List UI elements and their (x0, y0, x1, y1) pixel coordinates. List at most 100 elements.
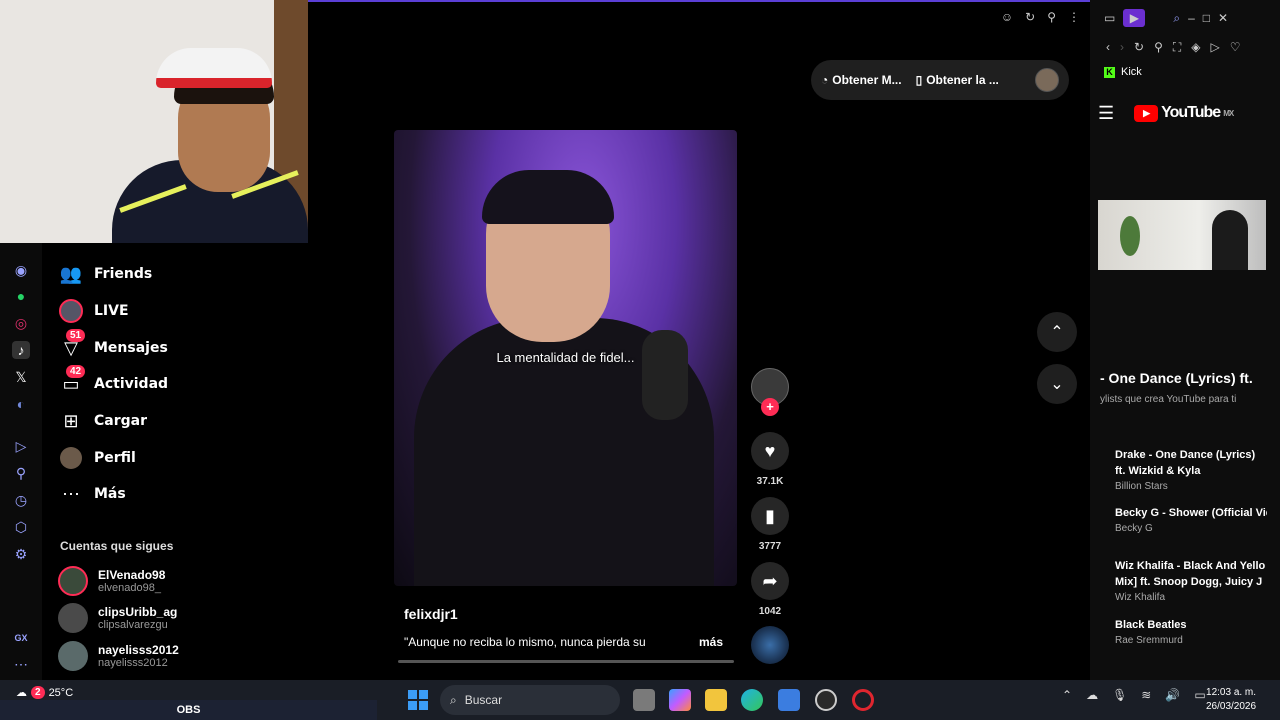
playlist-item[interactable]: Drake - One Dance (Lyrics) ft. Wizkid & … (1115, 447, 1267, 492)
get-app-bar: ◔ Obtener M... ▯ Obtener la ... (811, 60, 1069, 100)
shield-icon[interactable]: ◈ (1191, 40, 1200, 54)
chevron-up-icon[interactable]: ⌃ (1062, 688, 1072, 702)
heart-icon[interactable]: ♡ (1230, 40, 1241, 54)
following-item[interactable]: clipsUribb_ag clipsalvarezgu (58, 601, 177, 635)
edge-icon[interactable] (741, 689, 763, 711)
get-app-button[interactable]: ◔ Obtener M... (821, 73, 902, 87)
extensions-icon[interactable]: ⬡ (12, 518, 30, 536)
share-icon[interactable]: ➦ (751, 562, 789, 600)
back-icon[interactable]: ‹ (1106, 40, 1110, 54)
screenshot-icon[interactable]: ⛶ (1173, 40, 1181, 55)
menu-icon[interactable]: ⋮ (1068, 10, 1080, 24)
opera-gx-icon[interactable] (852, 689, 874, 711)
follow-plus-icon[interactable]: + (761, 398, 779, 416)
nav-more[interactable]: ⋯ Más (58, 479, 126, 509)
youtube-logo[interactable]: ▶ YouTube MX (1134, 104, 1234, 122)
like-count: 37.1K (756, 476, 784, 487)
more-link[interactable]: más (699, 635, 723, 649)
get-mobile-app-button[interactable]: ▯ Obtener la ... (916, 73, 999, 87)
video-author[interactable]: felixdjr1 (404, 606, 458, 622)
copilot-icon[interactable] (669, 689, 691, 711)
youtube-panel-button[interactable]: ▶ (1123, 9, 1146, 27)
settings-icon[interactable]: ⚙ (12, 545, 30, 563)
minimize-icon[interactable]: – (1188, 11, 1195, 25)
pin-icon[interactable]: ⚲ (1154, 40, 1163, 54)
rail-more-icon[interactable]: ⋯ (12, 655, 30, 673)
nav-friends[interactable]: 👥 Friends (58, 259, 152, 289)
video-thumbnail[interactable] (1098, 200, 1266, 270)
tiktok-icon[interactable]: ♪ (12, 341, 30, 359)
following-item[interactable]: nayelisss2012 nayelisss2012 (58, 639, 179, 673)
avatar (58, 641, 88, 671)
volume-icon[interactable]: 🔊 (1165, 688, 1180, 702)
cloud-icon: ☁ (16, 687, 27, 699)
previous-video-button[interactable]: ⌃ (1037, 312, 1077, 352)
pin-icon[interactable]: ⚲ (1047, 10, 1056, 24)
close-icon[interactable]: ✕ (1218, 11, 1228, 25)
video-progress-bar[interactable] (398, 660, 734, 663)
search-icon[interactable]: ⌕ (1173, 11, 1180, 26)
youtube-play-icon: ▶ (1134, 104, 1159, 122)
more-icon: ⋯ (62, 483, 80, 504)
playlist-item[interactable]: Becky G - Shower (Official Vic Becky G (1115, 505, 1267, 534)
share-action[interactable]: ➦ 1042 (751, 562, 789, 617)
cast-icon[interactable]: ▭ (1104, 11, 1115, 25)
history-icon[interactable]: ◷ (12, 491, 30, 509)
nav-messages[interactable]: ▽ 51 Mensajes (58, 329, 168, 363)
pin-icon[interactable]: ⚲ (12, 464, 30, 482)
music-disc-icon[interactable] (751, 626, 789, 664)
weather-widget[interactable]: ☁ 2 25°C (16, 686, 73, 699)
messenger-icon[interactable]: ◉ (12, 261, 30, 279)
video-player[interactable]: La mentalidad de fidel... (394, 130, 737, 586)
kick-tab[interactable]: K Kick (1104, 66, 1142, 78)
account-avatar[interactable] (1035, 68, 1059, 92)
following-item[interactable]: ElVenado98 elvenado98_ (58, 564, 165, 598)
save-action[interactable]: ▮ 3777 (751, 497, 789, 552)
instagram-icon[interactable]: ◎ (12, 314, 30, 332)
activity-badge: 42 (66, 365, 86, 378)
search-icon: ⌕ (450, 692, 457, 707)
desktop-icon: ◔ (821, 73, 829, 87)
discord-icon[interactable]: ◐ (12, 395, 30, 413)
network-app-icon[interactable]: ☁ (1086, 688, 1098, 702)
nav-profile[interactable]: Perfil (58, 443, 136, 473)
battery-icon[interactable]: ▭ (1194, 688, 1205, 702)
chevron-up-icon: ⌃ (1050, 324, 1064, 341)
next-video-button[interactable]: ⌄ (1037, 364, 1077, 404)
reload-icon[interactable]: ↻ (1025, 10, 1035, 24)
kick-icon: K (1104, 66, 1115, 78)
playlist-item[interactable]: Wiz Khalifa - Black And Yello Mix] ft. S… (1115, 558, 1267, 603)
microphone-icon[interactable]: 🎙 (1112, 688, 1127, 702)
hamburger-icon[interactable]: ☰ (1098, 103, 1114, 124)
nav-upload[interactable]: ⊞ Cargar (58, 406, 147, 436)
nav-live[interactable]: LIVE (58, 296, 129, 326)
x-icon[interactable]: 𝕏 (12, 368, 30, 386)
clock[interactable]: 12:03 a. m. 26/03/2026 (1206, 686, 1256, 714)
send-icon[interactable]: ▷ (1211, 40, 1220, 54)
obs-icon[interactable] (815, 689, 837, 711)
store-icon[interactable] (778, 689, 800, 711)
gx-icon[interactable]: GX (12, 629, 30, 647)
browser-sidebar: ◉ ● ◎ ♪ 𝕏 ◐ ▷ ⚲ ◷ ⬡ ⚙ GX ⋯ (0, 243, 42, 680)
file-explorer-icon[interactable] (705, 689, 727, 711)
wifi-icon[interactable]: ≋ (1141, 688, 1151, 702)
playlist-item[interactable]: Black Beatles Rae Sremmurd (1115, 617, 1267, 646)
side-panel: ▭ ▶ ⌕ – □ ✕ ‹ › ↻ ⚲ ⛶ ◈ ▷ ♡ K Kick ☰ ▶ Y… (1090, 0, 1280, 680)
video-description: "Aunque no reciba lo mismo, nunca pierda… (404, 635, 646, 649)
phone-icon: ▯ (915, 73, 923, 87)
forward-icon[interactable]: › (1120, 40, 1124, 54)
emoji-icon[interactable]: ☺ (1001, 10, 1013, 24)
whatsapp-icon[interactable]: ● (12, 287, 30, 305)
reload-icon[interactable]: ↻ (1134, 40, 1144, 54)
like-action[interactable]: ♥ 37.1K (751, 432, 789, 487)
taskbar-search[interactable]: ⌕ Buscar (440, 685, 620, 715)
task-view-icon[interactable] (633, 689, 655, 711)
windows-start-icon[interactable] (408, 690, 428, 710)
heart-icon[interactable]: ♥ (751, 432, 789, 470)
player-icon[interactable]: ▷ (12, 437, 30, 455)
maximize-icon[interactable]: □ (1203, 11, 1210, 25)
taskbar: ☁ 2 25°C OBS ⌕ Buscar ⌃ ☁ 🎙 ≋ 🔊 ▭ 12:03 … (0, 680, 1280, 720)
bookmark-icon[interactable]: ▮ (751, 497, 789, 535)
nav-activity[interactable]: ▭ 42 Actividad (58, 365, 168, 399)
friends-icon: 👥 (59, 263, 83, 284)
